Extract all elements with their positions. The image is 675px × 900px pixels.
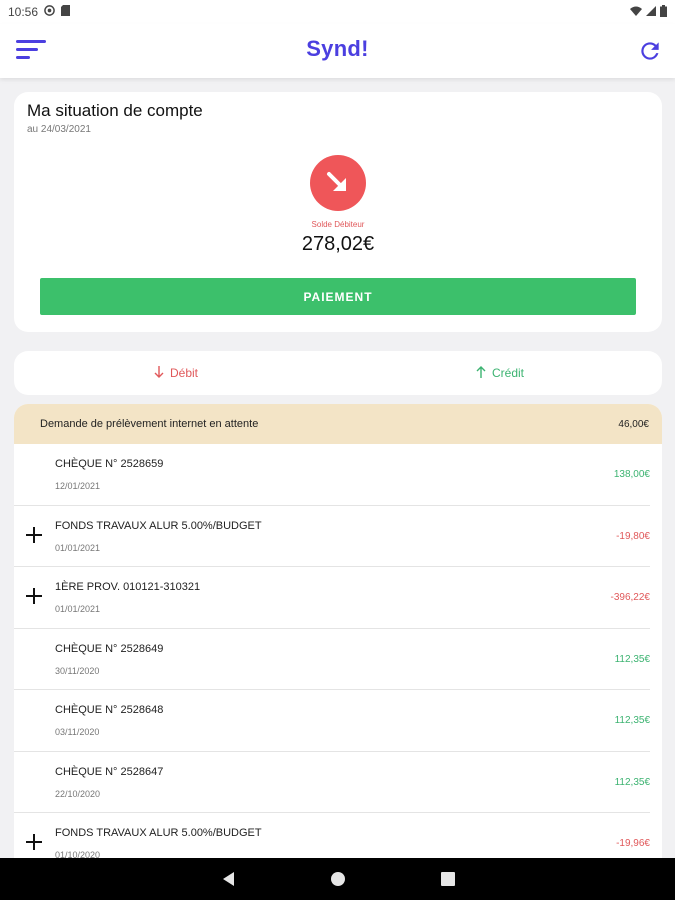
tab-debit-label: Débit (169, 366, 198, 380)
tab-credit[interactable]: Crédit (338, 351, 662, 395)
transaction-row[interactable]: CHÈQUE N° 2528649 30/11/2020 112,35€ (14, 629, 650, 690)
tab-credit-label: Crédit (491, 366, 524, 380)
at-sign-icon (44, 5, 55, 19)
pending-direct-debit[interactable]: Demande de prélèvement internet en atten… (14, 404, 662, 444)
arrow-down-icon (154, 365, 164, 381)
transaction-label: CHÈQUE N° 2528648 (55, 704, 164, 716)
status-time: 10:56 (8, 5, 39, 19)
transaction-date: 01/01/2021 (55, 604, 101, 614)
expand-plus-icon[interactable] (24, 525, 44, 545)
transaction-row[interactable]: FONDS TRAVAUX ALUR 5.00%/BUDGET 01/01/202… (14, 506, 650, 567)
pending-label: Demande de prélèvement internet en atten… (40, 418, 259, 430)
wifi-icon (630, 5, 642, 19)
app-bar: Synd! (0, 24, 675, 78)
battery-icon (660, 4, 667, 20)
pending-amount: 46,00€ (618, 418, 649, 430)
transaction-amount: -396,22€ (610, 592, 650, 603)
transaction-label: CHÈQUE N° 2528649 (55, 642, 164, 655)
transaction-row[interactable]: FONDS TRAVAUX ALUR 5.00%/BUDGET 01/10/202… (14, 813, 650, 864)
system-nav-bar (0, 858, 675, 900)
arrow-up-icon (476, 365, 486, 381)
status-bar: 10:56 (0, 0, 675, 24)
transaction-label: FONDS TRAVAUX ALUR 5.00%/BUDGET (55, 519, 262, 532)
transaction-amount: -19,80€ (616, 530, 650, 542)
home-icon[interactable] (326, 867, 350, 891)
transaction-date: 03/11/2020 (55, 727, 100, 737)
account-date: au 24/03/2021 (27, 124, 91, 135)
payment-button[interactable]: PAIEMENT (40, 278, 636, 315)
transaction-label: CHÈQUE N° 2528647 (55, 765, 164, 778)
arrow-down-right-icon (310, 155, 366, 211)
transaction-row[interactable]: CHÈQUE N° 2528659 12/01/2021 138,00€ (14, 444, 650, 506)
account-title: Ma situation de compte (27, 101, 203, 120)
transaction-amount: 138,00€ (613, 469, 650, 480)
transaction-date: 12/01/2021 (55, 481, 101, 491)
transactions-list: Demande de prélèvement internet en atten… (14, 404, 662, 864)
transaction-row[interactable]: 1ÈRE PROV. 010121-310321 01/01/2021 -396,2… (14, 567, 650, 629)
balance-amount: 278,02€ (301, 233, 375, 255)
app-title: Synd! (306, 36, 369, 61)
transaction-amount: -19,96€ (616, 838, 650, 849)
transaction-date: 01/01/2021 (55, 542, 101, 553)
transaction-amount: 112,35€ (614, 776, 650, 788)
transaction-date: 22/10/2020 (55, 788, 101, 799)
transaction-date: 30/11/2020 (55, 665, 100, 676)
signal-icon (646, 5, 656, 19)
expand-plus-icon[interactable] (24, 832, 44, 852)
tab-debit[interactable]: Débit (14, 351, 338, 395)
back-icon[interactable] (216, 867, 240, 891)
transaction-row[interactable]: CHÈQUE N° 2528647 22/10/2020 112,35€ (14, 752, 650, 813)
expand-plus-icon[interactable] (24, 586, 44, 606)
sd-card-icon (61, 5, 71, 19)
transaction-amount: 112,35€ (614, 715, 650, 726)
refresh-icon[interactable] (637, 38, 663, 64)
transaction-label: FONDS TRAVAUX ALUR 5.00%/BUDGET (55, 827, 262, 839)
filter-tabs: Débit Crédit (14, 351, 662, 395)
transaction-row[interactable]: CHÈQUE N° 2528648 03/11/2020 112,35€ (14, 690, 650, 752)
balance-label: Solde Débiteur (311, 220, 365, 229)
recents-icon[interactable] (436, 867, 460, 891)
account-summary-card: Ma situation de compte au 24/03/2021 Sol… (14, 92, 662, 332)
transaction-amount: 112,35€ (614, 653, 650, 665)
transaction-label: CHÈQUE N° 2528659 (55, 458, 164, 470)
transaction-label: 1ÈRE PROV. 010121-310321 (55, 581, 201, 593)
